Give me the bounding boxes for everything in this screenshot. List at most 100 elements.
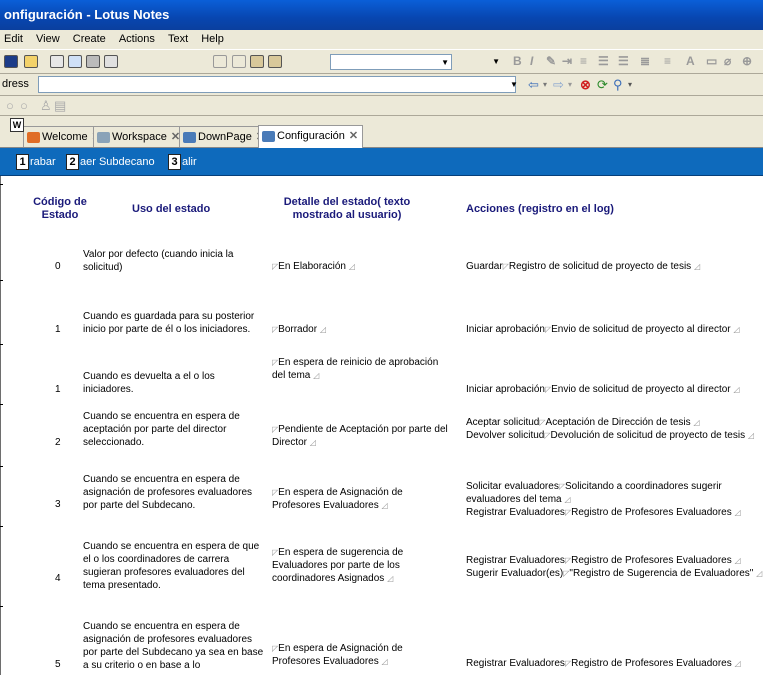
document-content: Código de Estado Uso del estado Detalle … <box>0 176 763 675</box>
list-style-icon[interactable]: ≣ <box>640 54 650 68</box>
numbering-icon[interactable]: ☰ <box>618 54 629 68</box>
row-code: 1 <box>55 324 61 335</box>
grabar-button[interactable]: 1 rabar <box>16 154 56 170</box>
tab-workspace[interactable]: Workspace ✕ <box>93 126 186 147</box>
insert-icon[interactable]: ⊕ <box>742 54 752 68</box>
copy-icon[interactable] <box>232 55 246 68</box>
page-icon[interactable] <box>104 55 118 68</box>
address-dropdown-icon[interactable]: ▼ <box>508 77 520 92</box>
indent-icon[interactable]: ⇥ <box>562 54 572 68</box>
menu-create[interactable]: Create <box>73 33 106 45</box>
row-code: 1 <box>55 384 61 395</box>
row-uso: Cuando es guardada para su posterior ini… <box>83 311 255 335</box>
person-icon[interactable]: ♙ <box>40 98 52 114</box>
action-entry: Registrar Evaluadores◸Registro de Profes… <box>466 555 741 566</box>
text-properties-icon[interactable]: A <box>686 54 695 68</box>
tab-strip: Welcome✕ Workspace✕ DownPage✕ Configurac… <box>0 116 763 148</box>
action-entry: Devolver solicitud◸Devolución de solicit… <box>466 430 755 441</box>
margin-tick <box>0 404 3 405</box>
row-acciones: Solicitar evaluadores◸Solicitando a coor… <box>466 480 756 519</box>
salir-button[interactable]: 3 alir <box>168 154 197 170</box>
search-icon[interactable]: ⚲ <box>613 77 623 92</box>
back-icon[interactable]: ⇦ <box>528 77 539 92</box>
row-uso: Cuando se encuentra en espera de asignac… <box>83 474 252 511</box>
back-dropdown-icon[interactable]: ▾ <box>543 77 547 92</box>
chat-icon[interactable]: ○ <box>20 98 28 113</box>
database-icon <box>183 131 196 143</box>
row-detalle: ◸En Elaboración ◿ <box>272 261 355 272</box>
forward-dropdown-icon[interactable]: ▾ <box>568 77 572 92</box>
margin-tick <box>0 466 3 467</box>
row-acciones: Aceptar solicitud◸Aceptación de Direcció… <box>466 416 763 442</box>
row-uso: Cuando se encuentra en espera de asignac… <box>83 621 264 671</box>
bullets-icon[interactable]: ☰ <box>598 54 609 68</box>
row-detalle: ◸En espera de sugerencia de Evaluadores … <box>272 547 404 584</box>
home-icon <box>27 131 40 143</box>
margin-tick <box>0 280 3 281</box>
row-code: 3 <box>55 499 61 510</box>
bold-icon[interactable]: B <box>513 54 522 68</box>
row-uso: Valor por defecto (cuando inicia la soli… <box>83 249 234 273</box>
header-detalle-estado: Detalle del estado( texto mostrado al us… <box>283 196 411 221</box>
chat-icon[interactable]: ○ <box>6 98 14 113</box>
close-icon[interactable]: ✕ <box>349 130 358 142</box>
edit-icon[interactable] <box>50 55 64 68</box>
row-detalle: ◸Borrador ◿ <box>272 324 326 335</box>
row-acciones: Registrar Evaluadores◸Registro de Profes… <box>466 657 761 670</box>
row-acciones: Iniciar aprobación◸Envio de solicitud de… <box>466 383 761 396</box>
cut-icon[interactable] <box>213 55 227 68</box>
italic-icon[interactable]: I <box>530 54 533 68</box>
row-detalle: ◸En espera de reinicio de aprobación del… <box>272 357 439 381</box>
forward-icon[interactable]: ⇨ <box>553 77 564 92</box>
highlight-icon[interactable]: ✎ <box>546 54 556 68</box>
toolbar: ▼ ▼ B I ✎ ⇥ ≡ ☰ ☰ ≣ ≡ A ▭ ⌀ ⊕ <box>0 49 763 74</box>
row-uso: Cuando se encuentra en espera de aceptac… <box>83 411 240 448</box>
refresh-icon[interactable]: ⟳ <box>597 77 608 92</box>
table-icon[interactable]: ▭ <box>706 54 717 68</box>
row-acciones: Iniciar aprobación◸Envio de solicitud de… <box>466 323 761 336</box>
window-title-bar: onfiguración - Lotus Notes <box>0 0 763 30</box>
row-uso: Cuando se encuentra en espera de que el … <box>83 541 260 591</box>
action-entry: Solicitar evaluadores◸Solicitando a coor… <box>466 481 722 505</box>
paste-special-icon[interactable] <box>268 55 282 68</box>
database-icon <box>262 130 275 142</box>
row-acciones: Registrar Evaluadores◸Registro de Profes… <box>466 554 763 580</box>
row-code: 4 <box>55 573 61 584</box>
mail-icon[interactable] <box>68 55 82 68</box>
style-dropdown[interactable]: ▼ <box>330 54 452 70</box>
paste-icon[interactable] <box>250 55 264 68</box>
document-icon[interactable]: ▤ <box>54 98 66 114</box>
workspace-icon <box>97 131 110 143</box>
open-folder-icon[interactable] <box>24 55 38 68</box>
menu-help[interactable]: Help <box>201 33 224 45</box>
attach-icon[interactable]: ⌀ <box>724 54 731 68</box>
save-icon[interactable] <box>4 55 18 68</box>
search-dropdown-icon[interactable]: ▾ <box>628 77 632 92</box>
menu-edit[interactable]: Edit <box>4 33 23 45</box>
stop-icon[interactable]: ⊗ <box>580 77 591 92</box>
margin-tick <box>0 344 3 345</box>
action-entry: Sugerir Evaluador(es)◸"Registro de Suger… <box>466 568 763 579</box>
address-input[interactable] <box>38 76 516 93</box>
chevron-down-icon: ▼ <box>441 58 449 67</box>
action-entry: Registrar Evaluadores◸Registro de Profes… <box>466 507 741 518</box>
chevron-down-icon: ▼ <box>492 57 500 66</box>
address-bar: dress ▼ ⇦ ▾ ⇨ ▾ ⊗ ⟳ ⚲ ▾ <box>0 74 763 96</box>
font-dropdown[interactable]: ▼ <box>488 54 502 70</box>
traer-subdecano-button[interactable]: 2 aer Subdecano <box>66 154 155 170</box>
tab-configuracion[interactable]: Configuración ✕ <box>258 125 364 148</box>
tab-downpage[interactable]: DownPage✕ <box>179 126 271 147</box>
margin-tick <box>0 606 3 607</box>
window-badge-icon: W <box>10 118 24 132</box>
secondary-toolbar: ○ ○ ♙ ▤ <box>0 96 763 116</box>
left-margin-line <box>0 176 1 675</box>
align-icon[interactable]: ≡ <box>580 54 587 68</box>
action-entry: Iniciar aprobación◸Envio de solicitud de… <box>466 384 740 395</box>
print-icon[interactable] <box>86 55 100 68</box>
action-entry: Registrar Evaluadores◸Registro de Profes… <box>466 658 741 669</box>
paragraph-icon[interactable]: ≡ <box>664 54 671 68</box>
menu-view[interactable]: View <box>36 33 60 45</box>
header-acciones: Acciones (registro en el log) <box>466 203 614 215</box>
menu-actions[interactable]: Actions <box>119 33 155 45</box>
menu-text[interactable]: Text <box>168 33 188 45</box>
